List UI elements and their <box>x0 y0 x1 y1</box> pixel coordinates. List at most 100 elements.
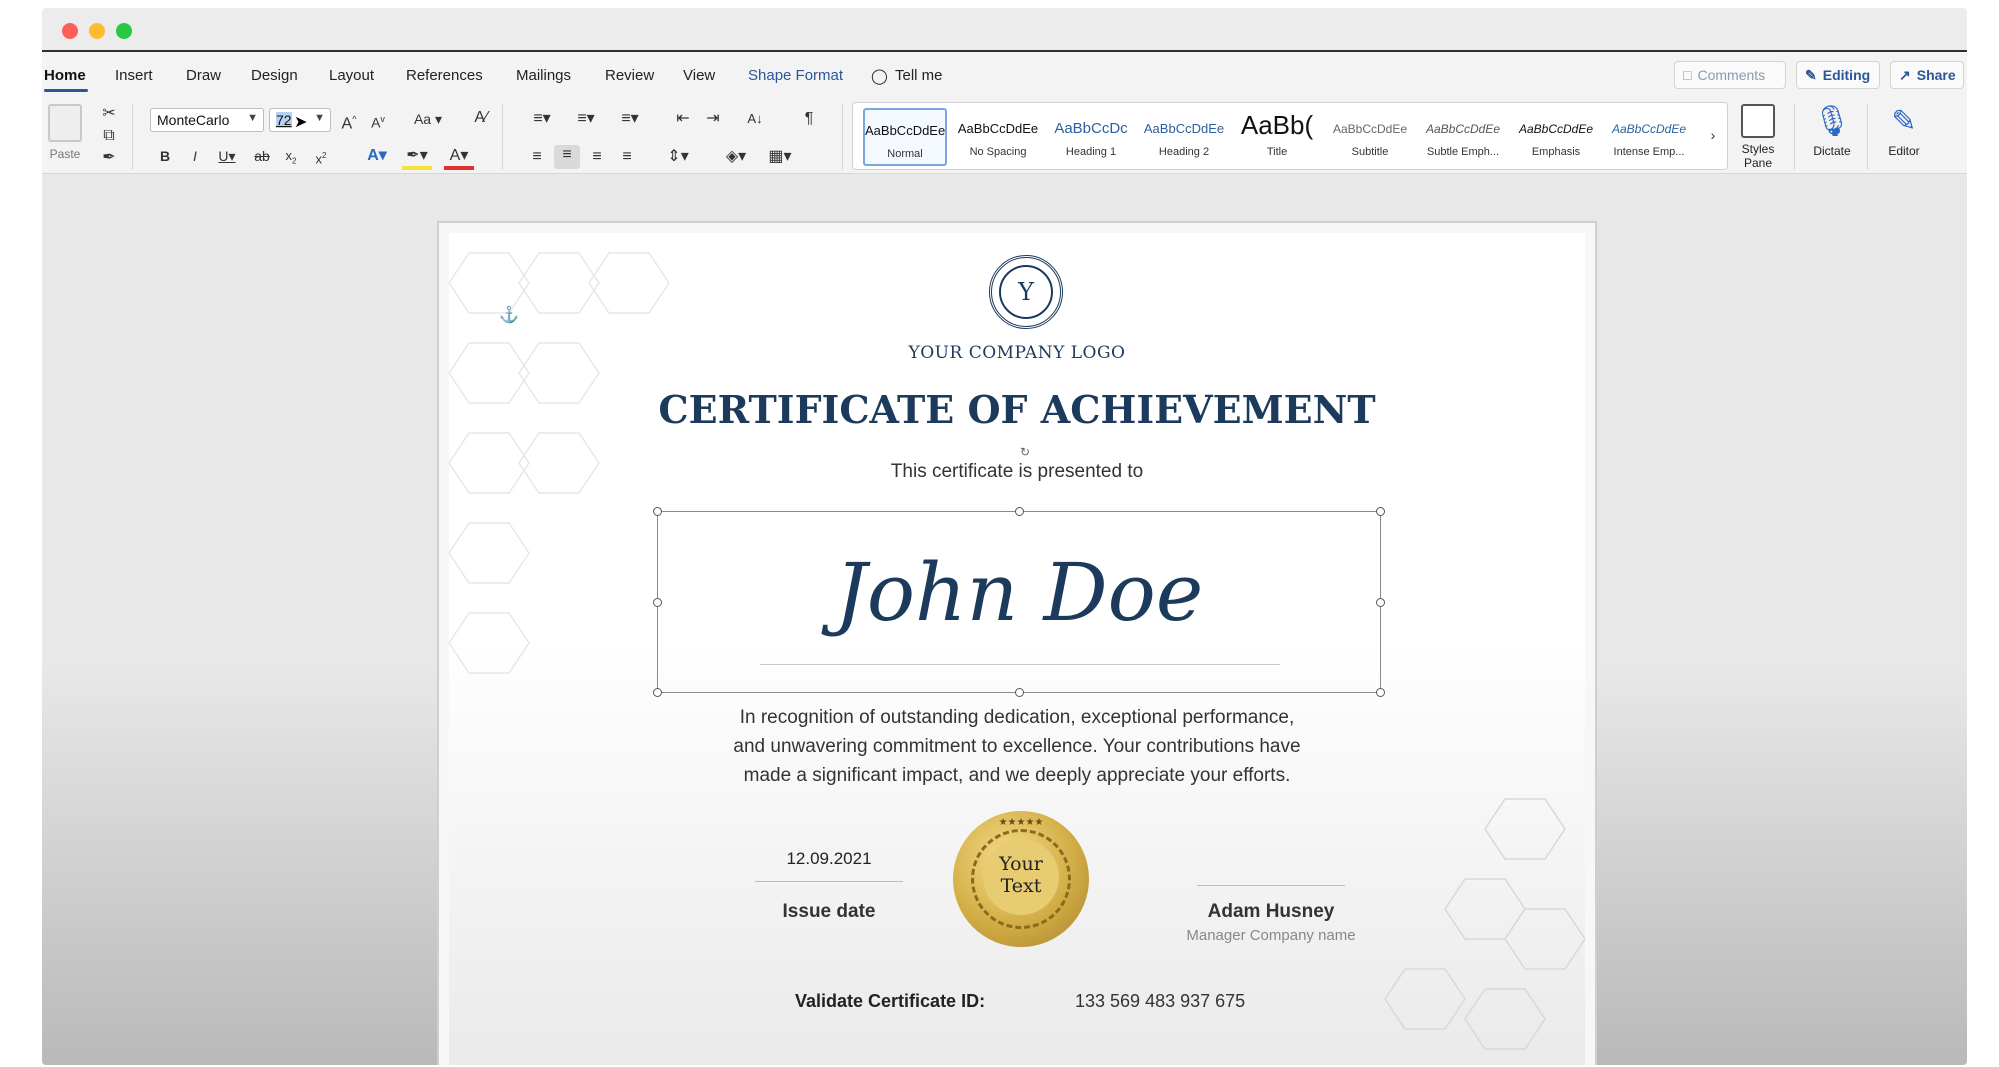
style-name: Intense Emp... <box>1613 146 1685 158</box>
multilevel-list-icon[interactable]: ≡▾ <box>612 109 648 129</box>
recognition-text: In recognition of outstanding dedication… <box>449 703 1585 790</box>
show-formatting-icon[interactable]: ¶ <box>798 109 820 129</box>
chevron-right-icon[interactable]: › <box>1703 125 1723 145</box>
resize-handle[interactable] <box>1015 507 1024 516</box>
style-intense-emphasis[interactable]: AaBbCcDdEe Intense Emp... <box>1607 108 1691 166</box>
numbering-icon[interactable]: ≡▾ <box>568 109 604 129</box>
resize-handle[interactable] <box>1015 688 1024 697</box>
tab-shape-format[interactable]: Shape Format <box>748 67 843 84</box>
tab-view[interactable]: View <box>683 67 715 84</box>
document-canvas[interactable]: ⚓ Y YOUR COMPANY LOGO CERTIFICATE OF ACH… <box>42 175 1967 1065</box>
paste-icon[interactable] <box>48 104 82 142</box>
tab-review[interactable]: Review <box>605 67 654 84</box>
change-case-button[interactable]: Aa ▾ <box>408 109 448 129</box>
editor-button[interactable]: ✎ Editor <box>1876 104 1932 158</box>
style-emphasis[interactable]: AaBbCcDdEe Emphasis <box>1514 108 1598 166</box>
tab-design[interactable]: Design <box>251 67 298 84</box>
style-heading-1[interactable]: AaBbCcDc Heading 1 <box>1049 108 1133 166</box>
copy-icon[interactable]: ⧉ <box>100 126 118 146</box>
style-name: Normal <box>887 148 923 160</box>
align-center-icon[interactable]: ≡ <box>554 145 580 169</box>
bold-icon[interactable]: B <box>156 146 174 166</box>
style-preview: AaBbCcDdEe <box>1143 121 1225 136</box>
tab-references[interactable]: References <box>406 67 483 84</box>
font-name-box[interactable]: MonteCarlo ▼ <box>150 108 264 132</box>
signer-name: Adam Husney <box>1207 901 1335 922</box>
style-title[interactable]: AaBb( Title <box>1235 108 1319 166</box>
style-preview: AaBbCcDdEe <box>1425 122 1501 136</box>
tab-layout[interactable]: Layout <box>329 67 374 84</box>
style-heading-2[interactable]: AaBbCcDdEe Heading 2 <box>1142 108 1226 166</box>
word-window: Home Insert Draw Design Layout Reference… <box>42 8 1967 1065</box>
decrease-indent-icon[interactable]: ⇤ <box>672 109 694 129</box>
style-subtle-emphasis[interactable]: AaBbCcDdEe Subtle Emph... <box>1421 108 1505 166</box>
minimize-window-button[interactable] <box>89 23 105 39</box>
grow-font-icon[interactable]: A^ <box>338 109 360 134</box>
style-subtitle[interactable]: AaBbCcDdEe Subtitle <box>1328 108 1412 166</box>
dictate-label: Dictate <box>1813 144 1851 158</box>
font-color-icon[interactable]: A▾ <box>444 146 474 170</box>
subscript-icon[interactable]: x2 <box>282 146 300 172</box>
chevron-down-icon[interactable]: ▼ <box>247 112 258 124</box>
strikethrough-icon[interactable]: ab <box>252 146 272 166</box>
tab-insert[interactable]: Insert <box>115 67 153 84</box>
style-no-spacing[interactable]: AaBbCcDdEe No Spacing <box>956 108 1040 166</box>
share-button[interactable]: ↗ Share <box>1890 61 1964 89</box>
dictate-button[interactable]: 🎙 Dictate <box>1804 104 1860 158</box>
clear-formatting-icon[interactable]: A∕ <box>470 108 492 128</box>
italic-icon[interactable]: I <box>186 146 204 166</box>
increase-indent-icon[interactable]: ⇥ <box>702 109 724 129</box>
recipient-text-box[interactable]: John Doe <box>653 507 1385 697</box>
resize-handle[interactable] <box>653 688 662 697</box>
share-label: Share <box>1916 67 1956 83</box>
presented-to-text: This certificate is presented to <box>890 461 1144 482</box>
align-left-icon[interactable]: ≡ <box>526 147 548 167</box>
recipient-name[interactable]: John Doe <box>658 548 1380 638</box>
close-window-button[interactable] <box>62 23 78 39</box>
justify-icon[interactable]: ≡ <box>616 147 638 167</box>
ribbon-separator <box>1794 104 1795 170</box>
format-painter-icon[interactable]: ✒ <box>100 148 118 168</box>
resize-handle[interactable] <box>1376 688 1385 697</box>
cut-icon[interactable]: ✂ <box>100 104 118 124</box>
styles-gallery: AaBbCcDdEe Normal AaBbCcDdEe No Spacing … <box>852 102 1728 170</box>
share-icon: ↗ <box>1899 66 1911 83</box>
resize-handle[interactable] <box>653 507 662 516</box>
document-page[interactable]: ⚓ Y YOUR COMPANY LOGO CERTIFICATE OF ACH… <box>437 221 1597 1065</box>
borders-icon[interactable]: ▦▾ <box>762 147 798 167</box>
align-right-icon[interactable]: ≡ <box>586 147 608 167</box>
change-case-label: Aa <box>413 111 432 127</box>
star-icon: ★★★★★ <box>998 817 1044 828</box>
line-spacing-icon[interactable]: ⇕▾ <box>660 147 696 167</box>
underline-icon[interactable]: U▾ <box>214 146 240 166</box>
style-normal[interactable]: AaBbCcDdEe Normal <box>863 108 947 166</box>
tab-home[interactable]: Home <box>44 67 86 84</box>
tell-me-search[interactable]: Tell me <box>895 67 943 84</box>
chevron-down-icon[interactable]: ▼ <box>314 112 325 124</box>
editing-mode-button[interactable]: ✎ Editing <box>1796 61 1880 89</box>
ribbon-separator <box>1867 104 1868 170</box>
gold-seal: Your Text ★★★★★ <box>953 811 1089 947</box>
ribbon-separator <box>842 104 843 170</box>
shrink-font-icon[interactable]: Av <box>367 109 389 133</box>
highlight-icon[interactable]: ✒▾ <box>402 146 432 170</box>
maximize-window-button[interactable] <box>116 23 132 39</box>
bullets-icon[interactable]: ≡▾ <box>524 109 560 129</box>
text-effects-icon[interactable]: A▾ <box>362 146 392 166</box>
resize-handle[interactable] <box>1376 507 1385 516</box>
anchor-icon[interactable]: ⚓ <box>499 305 519 325</box>
tab-draw[interactable]: Draw <box>186 67 221 84</box>
shading-icon[interactable]: ◈▾ <box>718 147 754 167</box>
seal-text: Text <box>1000 875 1042 897</box>
styles-pane-icon <box>1741 104 1775 138</box>
active-tab-indicator <box>44 89 88 92</box>
sort-icon[interactable]: A↓ <box>744 109 766 129</box>
font-name-value: MonteCarlo <box>157 112 230 128</box>
comments-button[interactable]: □ Comments <box>1674 61 1786 89</box>
ribbon-separator <box>132 104 133 170</box>
superscript-icon[interactable]: x2 <box>312 146 330 169</box>
style-preview: AaBbCcDc <box>1054 120 1128 137</box>
tab-mailings[interactable]: Mailings <box>516 67 571 84</box>
rotate-handle-icon[interactable]: ↻ <box>1020 445 1030 459</box>
styles-pane-button[interactable]: Styles Pane <box>1732 104 1784 170</box>
